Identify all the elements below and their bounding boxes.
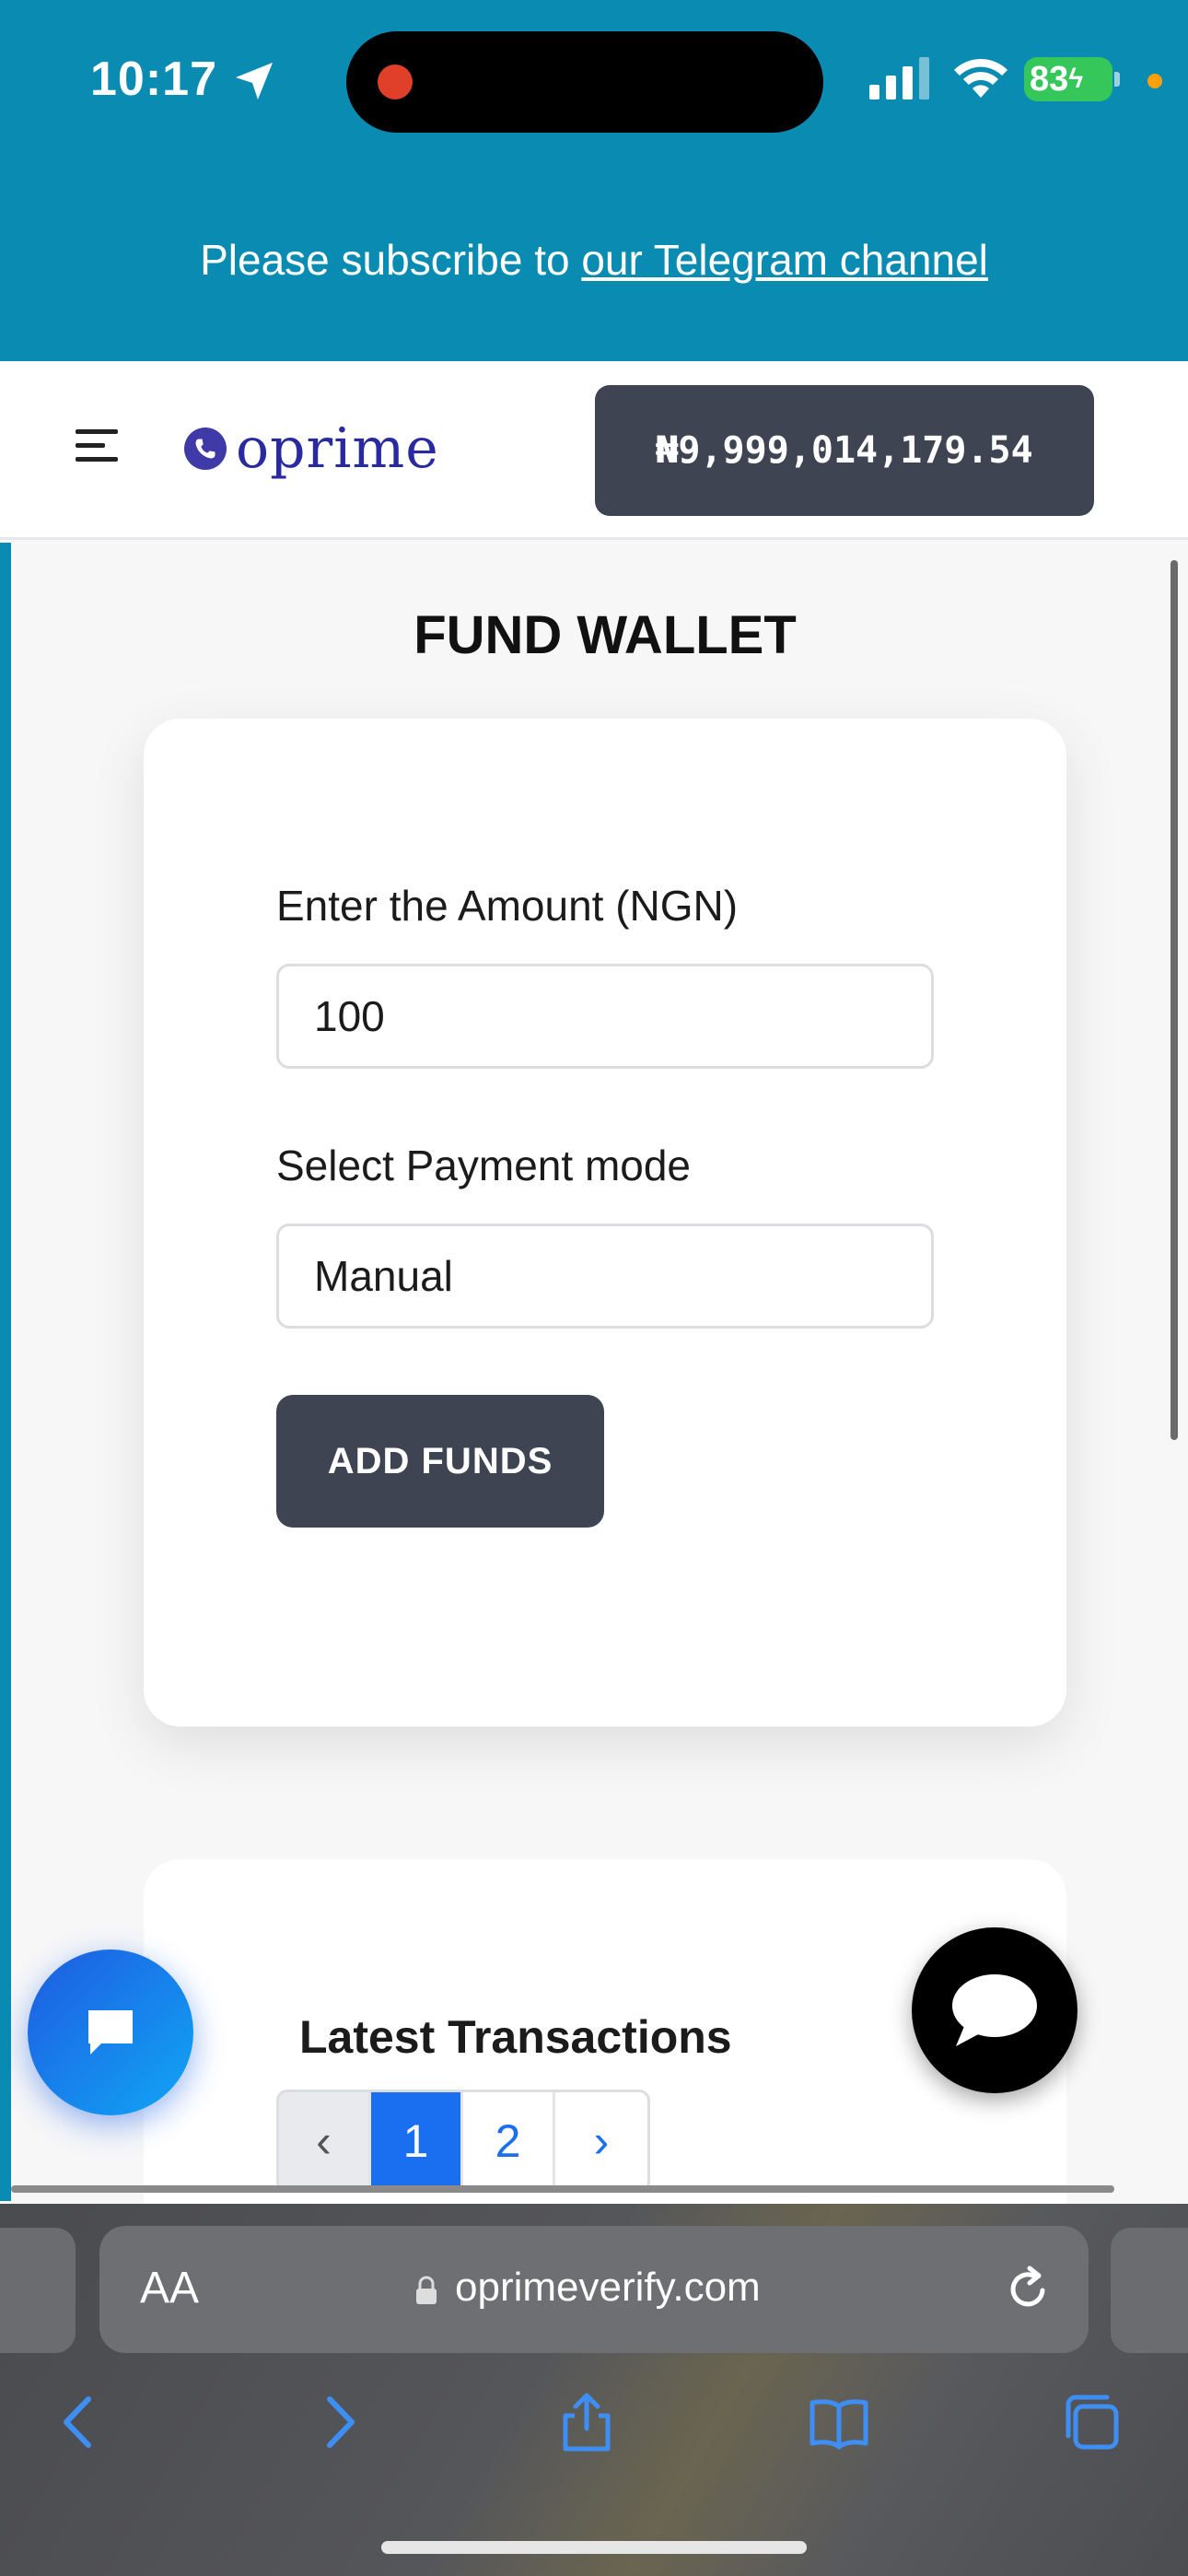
transactions-title: Latest Transactions bbox=[299, 2011, 732, 2063]
battery-cap bbox=[1114, 72, 1120, 87]
hamburger-menu-icon[interactable] bbox=[76, 427, 118, 464]
battery-indicator: 83 ϟ bbox=[1024, 57, 1120, 101]
previous-tab-preview[interactable] bbox=[0, 2228, 76, 2353]
forward-arrow-icon[interactable] bbox=[306, 2390, 370, 2454]
next-tab-preview[interactable] bbox=[1111, 2228, 1188, 2353]
chat-bubble-icon bbox=[88, 2010, 133, 2055]
url-text[interactable]: oprimeverify.com bbox=[455, 2265, 761, 2311]
telegram-channel-link[interactable]: our Telegram channel bbox=[581, 236, 988, 284]
payment-mode-select[interactable]: Manual bbox=[276, 1224, 934, 1329]
phone-logo-icon bbox=[184, 427, 227, 470]
banner-text: Please subscribe to bbox=[200, 236, 582, 284]
site-header: oprime ₦9,999,014,179.54 bbox=[0, 361, 1188, 540]
battery-level: 83 bbox=[1030, 59, 1069, 99]
add-funds-button[interactable]: ADD FUNDS bbox=[276, 1395, 604, 1528]
pager-prev-button[interactable]: ‹ bbox=[279, 2092, 371, 2190]
back-arrow-icon[interactable] bbox=[48, 2390, 112, 2454]
cellular-signal-icon bbox=[869, 57, 929, 100]
recording-indicator-icon bbox=[378, 64, 413, 100]
dynamic-island bbox=[346, 31, 823, 133]
amount-input[interactable]: 100 bbox=[276, 964, 934, 1069]
wallet-balance[interactable]: ₦9,999,014,179.54 bbox=[595, 385, 1094, 516]
speech-bubble-icon bbox=[952, 1974, 1037, 2046]
reader-settings-button[interactable]: AA bbox=[140, 2263, 199, 2313]
lock-icon bbox=[416, 2276, 437, 2304]
page-title: FUND WALLET bbox=[413, 605, 797, 665]
logo-text: oprime bbox=[236, 416, 439, 481]
pager-page-1[interactable]: 1 bbox=[371, 2092, 463, 2190]
horizontal-scrollbar[interactable] bbox=[11, 2185, 1114, 2193]
home-indicator bbox=[381, 2541, 807, 2554]
tabs-icon[interactable] bbox=[1059, 2390, 1124, 2454]
reload-icon[interactable] bbox=[1002, 2263, 1054, 2314]
telegram-banner: Please subscribe to our Telegram channel bbox=[0, 235, 1188, 285]
share-icon[interactable] bbox=[554, 2390, 619, 2454]
chat-widget-button[interactable] bbox=[28, 1950, 193, 2115]
pager-page-2[interactable]: 2 bbox=[463, 2092, 555, 2190]
wifi-icon bbox=[954, 58, 1007, 98]
pager-next-button[interactable]: › bbox=[555, 2092, 647, 2190]
site-logo[interactable]: oprime bbox=[184, 416, 439, 481]
vertical-scrollbar[interactable] bbox=[1171, 560, 1178, 1440]
pagination: ‹ 1 2 › bbox=[276, 2090, 650, 2193]
payment-mode-label: Select Payment mode bbox=[276, 1142, 692, 1189]
status-time: 10:17 bbox=[90, 53, 217, 106]
messenger-button[interactable] bbox=[912, 1927, 1077, 2093]
location-arrow-icon bbox=[236, 63, 273, 100]
amount-label: Enter the Amount (NGN) bbox=[276, 882, 739, 930]
left-accent-bar bbox=[0, 543, 11, 2201]
charging-bolt-icon: ϟ bbox=[1068, 64, 1084, 94]
bookmarks-icon[interactable] bbox=[807, 2390, 871, 2454]
fund-wallet-card bbox=[144, 719, 1066, 1727]
privacy-indicator-icon bbox=[1147, 74, 1162, 88]
